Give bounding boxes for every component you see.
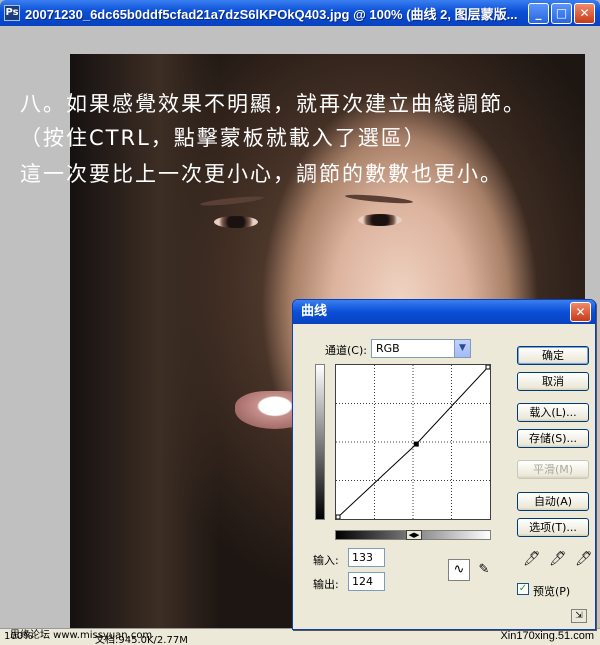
curve-graph[interactable] (335, 364, 491, 520)
ok-button[interactable]: 确定 (517, 346, 589, 365)
instruction-line-1: 八。如果感覺效果不明顯，就再次建立曲綫調節。 (20, 92, 526, 116)
pencil-tool-icon[interactable]: ✎ (473, 559, 495, 581)
gray-eyedropper-icon[interactable]: 🖊 (549, 551, 567, 567)
channel-select[interactable]: RGB ▼ (371, 339, 471, 358)
curve-line[interactable] (336, 365, 490, 519)
input-label: 输入: (313, 554, 339, 567)
preview-checkbox[interactable]: ✓ (517, 583, 529, 595)
cancel-button[interactable]: 取消 (517, 372, 589, 391)
save-button[interactable]: 存储(S)... (517, 429, 589, 448)
window-title: 20071230_6dc65b0ddf5cfad21a7dzS6lKPOkQ40… (25, 6, 518, 22)
white-eyedropper-icon[interactable]: 🖊 (575, 551, 593, 567)
input-field[interactable]: 133 (348, 548, 385, 567)
curve-control-point[interactable] (413, 441, 419, 447)
right-eye (358, 214, 402, 226)
chevron-down-icon[interactable]: ▼ (454, 340, 470, 357)
gradient-toggle-icon[interactable]: ◀▶ (406, 530, 422, 540)
output-label: 输出: (313, 578, 339, 591)
photoshop-icon: Ps (4, 5, 20, 21)
instruction-line-2: （按住CTRL，點擊蒙板就載入了選區） (20, 126, 427, 150)
watermark-left: 思缘论坛 www.missyuan.com (10, 630, 153, 641)
dialog-close-button[interactable]: ✕ (570, 302, 591, 322)
close-button[interactable]: ✕ (574, 3, 595, 24)
resize-grip-icon[interactable]: ⇲ (571, 609, 587, 623)
output-gradient-bar (315, 364, 325, 520)
photoshop-window: Ps 20071230_6dc65b0ddf5cfad21a7dzS6lKPOk… (0, 0, 600, 645)
curve-grid (335, 364, 491, 520)
minimize-button[interactable]: _ (528, 3, 549, 24)
watermark-right: Xin170xing.51.com (500, 630, 594, 642)
black-eyedropper-icon[interactable]: 🖊 (523, 551, 541, 567)
white-point[interactable] (485, 364, 491, 370)
dialog-title: 曲线 (293, 300, 595, 324)
smooth-button[interactable]: 平滑(M) (517, 460, 589, 479)
black-point[interactable] (335, 514, 341, 520)
instruction-line-3: 這一次要比上一次更小心，調節的數數也更小。 (20, 162, 503, 186)
title-bar: Ps 20071230_6dc65b0ddf5cfad21a7dzS6lKPOk… (0, 0, 600, 26)
maximize-button[interactable]: □ (551, 3, 572, 24)
channel-value: RGB (376, 342, 400, 355)
curve-tool-icon[interactable]: ∿ (448, 559, 470, 581)
input-gradient-bar: ◀▶ (335, 530, 491, 540)
auto-button[interactable]: 自动(A) (517, 492, 589, 511)
left-eye (214, 216, 258, 228)
load-button[interactable]: 载入(L)... (517, 403, 589, 422)
options-button[interactable]: 选项(T)... (517, 518, 589, 537)
channel-label: 通道(C): (325, 344, 367, 357)
preview-label: 预览(P) (533, 585, 571, 598)
curves-dialog: 曲线 ✕ 通道(C): RGB ▼ ◀▶ 输入: 133 输出: 124 ∿ ✎… (292, 299, 596, 630)
output-field[interactable]: 124 (348, 572, 385, 591)
